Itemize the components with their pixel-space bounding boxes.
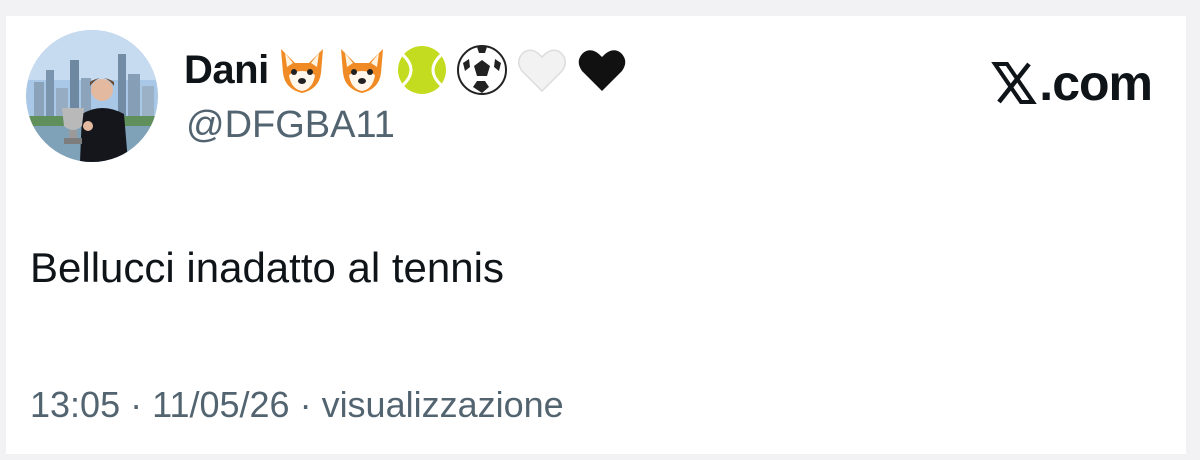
- x-brand[interactable]: .com: [991, 54, 1153, 112]
- tweet-time[interactable]: 13:05: [30, 384, 120, 426]
- brand-text: .com: [1039, 55, 1153, 111]
- views-label[interactable]: visualizzazione: [322, 384, 564, 426]
- tweet-card: Dani @DFGBA11 .com Bellucci inadatto al …: [6, 16, 1186, 454]
- author-display-name[interactable]: Dani: [184, 48, 269, 93]
- author-name-row: Dani: [184, 42, 629, 98]
- tweet-date[interactable]: 11/05/26: [152, 384, 289, 426]
- author-handle[interactable]: @DFGBA11: [186, 104, 395, 147]
- tennis-ball-icon: [395, 43, 449, 97]
- black-heart-icon: [575, 43, 629, 97]
- fox-icon: [335, 43, 389, 97]
- x-logo-icon: [991, 60, 1038, 106]
- tweet-text: Bellucci inadatto al tennis: [30, 244, 504, 291]
- white-heart-icon: [515, 43, 569, 97]
- tweet-meta: 13:05 · 11/05/26 · visualizzazione: [30, 384, 564, 426]
- avatar[interactable]: [26, 30, 158, 162]
- meta-separator: ·: [299, 384, 312, 425]
- soccer-ball-icon: [455, 43, 509, 97]
- fox-icon: [275, 43, 329, 97]
- meta-separator: ·: [130, 384, 143, 425]
